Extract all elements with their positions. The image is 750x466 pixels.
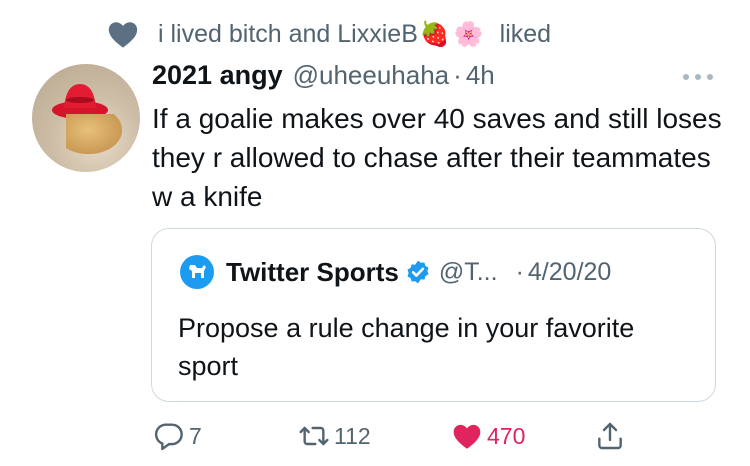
blossom-emoji: 🌸 xyxy=(453,20,484,48)
share-icon xyxy=(598,422,622,450)
like-button[interactable]: 470 xyxy=(451,418,525,454)
avatar[interactable] xyxy=(32,64,140,172)
social-context[interactable]: i lived bitch and LixxieB 🍓 🌸 liked xyxy=(106,14,551,54)
like-count: 470 xyxy=(487,422,526,449)
verified-badge-icon xyxy=(407,260,429,284)
retweet-icon xyxy=(299,426,329,446)
more-button[interactable] xyxy=(678,64,718,90)
heart-icon xyxy=(108,22,138,48)
tweet-text: If a goalie makes over 40 saves and stil… xyxy=(152,103,722,212)
tweet-header: 2021 angy @uheeuhaha · 4h xyxy=(152,60,495,94)
retweet-count: 112 xyxy=(334,422,371,449)
display-name[interactable]: 2021 angy xyxy=(152,60,283,91)
dog-logo-icon xyxy=(189,265,206,278)
quote-date: 4/20/20 xyxy=(527,257,612,286)
share-button[interactable] xyxy=(594,418,626,454)
quote-handle: @T... xyxy=(438,257,498,286)
time-separator: · xyxy=(453,60,462,90)
reply-icon xyxy=(154,423,183,451)
social-context-suffix: liked xyxy=(499,19,552,48)
gecko-image xyxy=(66,114,122,154)
quote-tweet-card[interactable]: Twitter Sports @T... · 4/20/20 Propose a… xyxy=(151,228,716,402)
quote-time-separator: · xyxy=(515,257,524,286)
heart-filled-icon xyxy=(453,424,481,449)
tweet-timestamp[interactable]: 4h xyxy=(466,60,495,91)
reply-count: 7 xyxy=(189,422,202,449)
strawberry-emoji: 🍓 xyxy=(419,20,450,48)
quote-header: Twitter Sports @T... · 4/20/20 xyxy=(180,255,611,289)
social-context-text: i lived bitch and LixxieB xyxy=(158,19,418,48)
retweet-button[interactable]: 112 xyxy=(298,418,371,454)
quote-avatar[interactable] xyxy=(180,255,214,289)
user-handle[interactable]: @uheeuhaha xyxy=(293,60,450,91)
quote-display-name: Twitter Sports xyxy=(226,256,399,287)
more-horizontal-icon xyxy=(683,74,713,80)
reply-button[interactable]: 7 xyxy=(153,418,202,454)
quote-text: Propose a rule change in your favorite s… xyxy=(178,313,635,381)
